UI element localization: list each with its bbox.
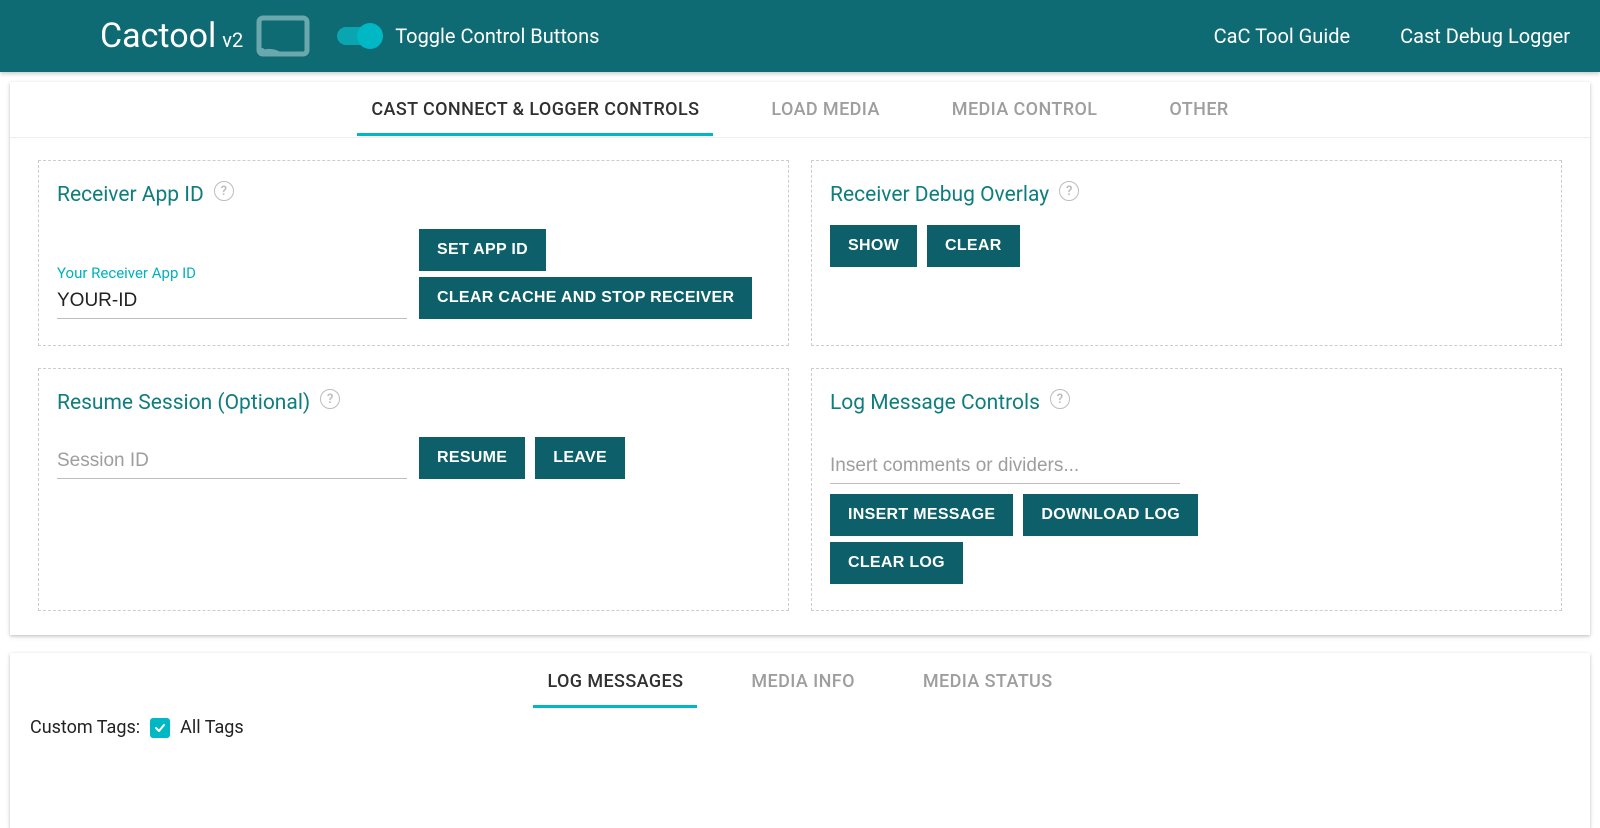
log-panel: LOG MESSAGES MEDIA INFO MEDIA STATUS Cus… [10, 653, 1590, 828]
tab-media-info[interactable]: MEDIA INFO [745, 656, 861, 707]
tab-load-media[interactable]: LOAD MEDIA [765, 84, 885, 135]
tab-log-messages[interactable]: LOG MESSAGES [541, 656, 689, 707]
clear-cache-stop-receiver-button[interactable]: CLEAR CACHE AND STOP RECEIVER [419, 277, 752, 319]
toggle-control-buttons: Toggle Control Buttons [337, 24, 599, 48]
card-log-message-controls: Log Message Controls ? INSERT MESSAGE DO… [811, 368, 1562, 611]
logo: Cactool v2 [100, 16, 243, 56]
card-resume-session: Resume Session (Optional) ? RESUME LEAVE [38, 368, 789, 611]
card-title: Log Message Controls [830, 391, 1040, 415]
app-header: Cactool v2 Toggle Control Buttons CaC To… [0, 0, 1600, 72]
log-tabs: LOG MESSAGES MEDIA INFO MEDIA STATUS [10, 653, 1590, 709]
toggle-switch[interactable] [337, 27, 381, 45]
toggle-label: Toggle Control Buttons [395, 24, 599, 48]
controls-panel: CAST CONNECT & LOGGER CONTROLS LOAD MEDI… [10, 82, 1590, 635]
logo-version: v2 [222, 28, 243, 52]
header-links: CaC Tool Guide Cast Debug Logger [1214, 24, 1570, 48]
logo-title: Cactool [100, 16, 216, 56]
input-label: Your Receiver App ID [57, 264, 407, 282]
session-id-input[interactable] [57, 446, 407, 479]
link-debug-logger[interactable]: Cast Debug Logger [1400, 24, 1570, 48]
set-app-id-button[interactable]: SET APP ID [419, 229, 546, 271]
tab-other[interactable]: OTHER [1163, 84, 1234, 135]
leave-button[interactable]: LEAVE [535, 437, 625, 479]
resume-button[interactable]: RESUME [419, 437, 525, 479]
link-guide[interactable]: CaC Tool Guide [1214, 24, 1350, 48]
help-icon[interactable]: ? [1050, 389, 1070, 409]
show-overlay-button[interactable]: SHOW [830, 225, 917, 267]
clear-overlay-button[interactable]: CLEAR [927, 225, 1020, 267]
card-title: Resume Session (Optional) [57, 391, 310, 415]
help-icon[interactable]: ? [214, 181, 234, 201]
download-log-button[interactable]: DOWNLOAD LOG [1023, 494, 1198, 536]
tab-media-status[interactable]: MEDIA STATUS [917, 656, 1059, 707]
receiver-app-id-input[interactable] [57, 286, 407, 319]
custom-tags-row: Custom Tags: All Tags [10, 709, 1590, 738]
insert-message-button[interactable]: INSERT MESSAGE [830, 494, 1013, 536]
card-debug-overlay: Receiver Debug Overlay ? SHOW CLEAR [811, 160, 1562, 346]
tab-cast-connect[interactable]: CAST CONNECT & LOGGER CONTROLS [365, 84, 705, 135]
tab-media-control[interactable]: MEDIA CONTROL [946, 84, 1104, 135]
cast-icon [253, 12, 313, 60]
card-title: Receiver Debug Overlay [830, 183, 1049, 207]
clear-log-button[interactable]: CLEAR LOG [830, 542, 963, 584]
all-tags-label: All Tags [180, 717, 244, 738]
help-icon[interactable]: ? [1059, 181, 1079, 201]
card-receiver-app-id: Receiver App ID ? Your Receiver App ID S… [38, 160, 789, 346]
main-tabs: CAST CONNECT & LOGGER CONTROLS LOAD MEDI… [10, 82, 1590, 138]
all-tags-checkbox[interactable] [150, 718, 170, 738]
help-icon[interactable]: ? [320, 389, 340, 409]
cards-grid: Receiver App ID ? Your Receiver App ID S… [10, 138, 1590, 611]
custom-tags-label: Custom Tags: [30, 717, 140, 738]
card-title: Receiver App ID [57, 183, 204, 207]
log-comment-input[interactable] [830, 451, 1180, 484]
